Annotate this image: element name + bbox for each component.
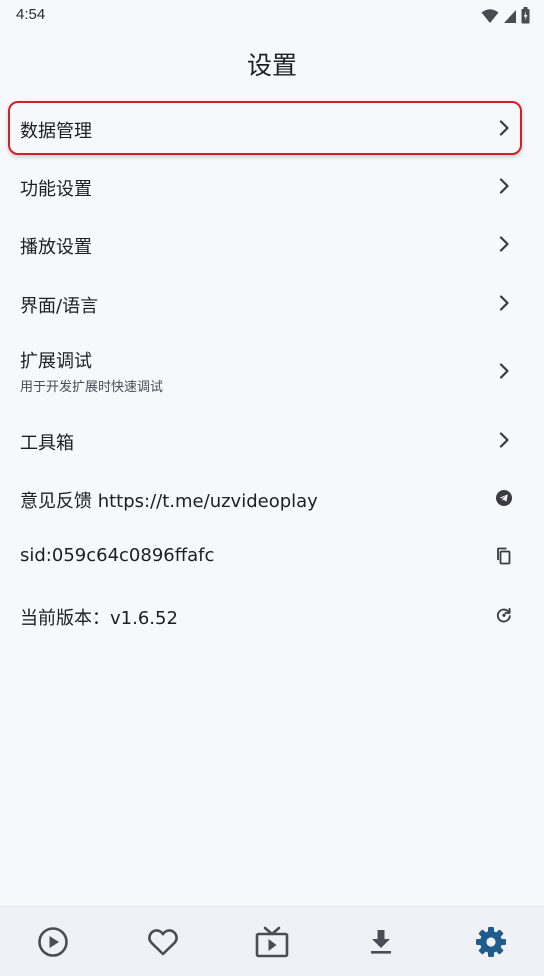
chevron-right-icon — [499, 432, 509, 448]
chevron-right-icon — [499, 363, 509, 379]
wifi-icon — [481, 8, 499, 23]
nav-live-tv[interactable] — [254, 924, 290, 960]
nav-play[interactable] — [35, 924, 71, 960]
bottom-nav — [0, 906, 544, 976]
chevron-right-icon — [499, 236, 509, 252]
nav-favorites[interactable] — [145, 924, 181, 960]
gear-icon — [476, 927, 506, 957]
settings-item-label: 意见反馈 https://t.me/uzvideoplay — [20, 491, 318, 512]
page-title: 设置 — [246, 51, 297, 80]
tv-play-icon — [255, 926, 289, 958]
heart-icon — [148, 929, 178, 956]
settings-item-feedback[interactable]: 意见反馈 https://t.me/uzvideoplay — [0, 474, 544, 522]
play-circle-icon — [38, 927, 68, 957]
copy-icon[interactable] — [495, 547, 513, 565]
settings-item-label: sid:059c64c0896ffafc — [20, 545, 215, 566]
battery-charging-icon — [521, 7, 530, 24]
settings-item-label: 界面/语言 — [20, 296, 99, 317]
settings-item-subtitle: 用于开发扩展时快速调试 — [20, 380, 164, 395]
chevron-right-icon — [499, 120, 509, 136]
status-time: 4:54 — [16, 6, 46, 23]
chevron-right-icon — [499, 295, 509, 311]
nav-downloads[interactable] — [363, 924, 399, 960]
settings-item-interface-language[interactable]: 界面/语言 — [0, 279, 544, 327]
settings-item-sid[interactable]: sid:059c64c0896ffafc — [0, 532, 544, 580]
settings-item-playback[interactable]: 播放设置 — [0, 220, 544, 268]
settings-item-version[interactable]: 当前版本：v1.6.52 — [0, 591, 544, 639]
settings-item-label: 工具箱 — [20, 433, 74, 454]
settings-item-label: 数据管理 — [20, 121, 92, 142]
nav-settings[interactable] — [473, 924, 509, 960]
settings-item-label: 播放设置 — [20, 237, 92, 258]
settings-item-label: 功能设置 — [20, 179, 92, 200]
settings-item-extension-debug[interactable]: 扩展调试 用于开发扩展时快速调试 — [0, 338, 544, 404]
download-icon — [371, 930, 391, 954]
status-icons — [481, 7, 530, 24]
signal-icon — [504, 9, 516, 23]
settings-item-toolbox[interactable]: 工具箱 — [0, 416, 544, 464]
refresh-icon[interactable] — [496, 607, 512, 623]
status-bar: 4:54 — [0, 0, 544, 32]
chevron-right-icon — [499, 178, 509, 194]
settings-item-data-management[interactable]: 数据管理 — [0, 104, 544, 152]
settings-item-label: 当前版本：v1.6.52 — [20, 608, 178, 629]
settings-item-label: 扩展调试 — [20, 351, 92, 372]
telegram-icon[interactable] — [496, 490, 512, 506]
settings-item-features[interactable]: 功能设置 — [0, 162, 544, 210]
